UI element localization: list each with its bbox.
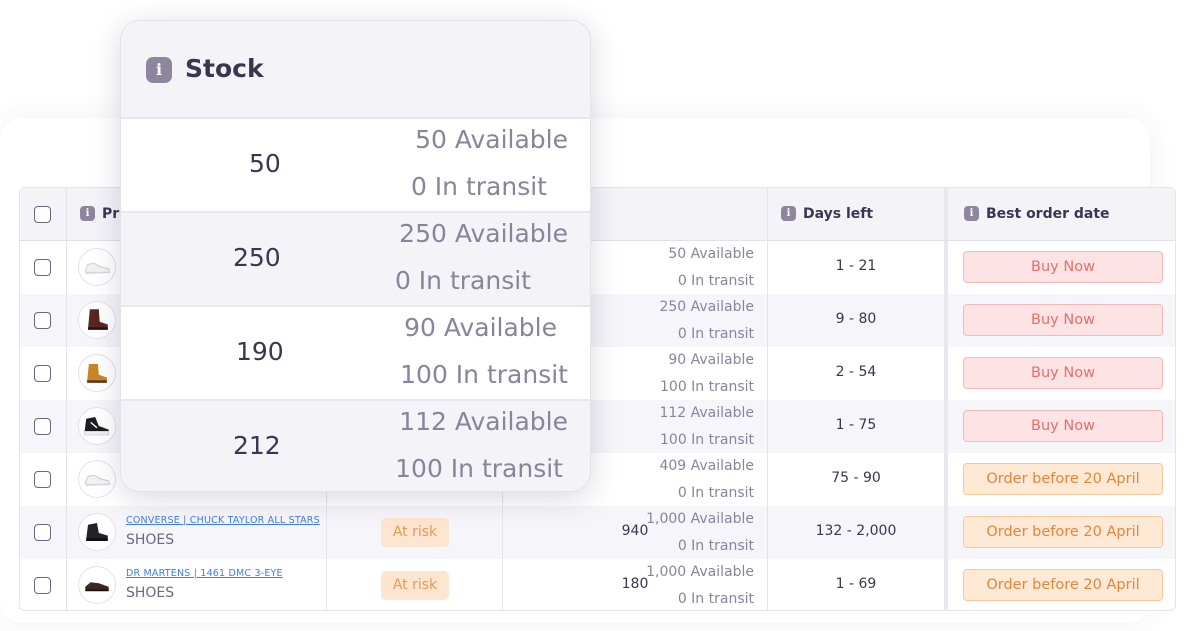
popover-stock-available: 250 Available — [399, 219, 568, 248]
info-icon: i — [146, 57, 172, 83]
buy-now-button[interactable]: Buy Now — [963, 251, 1163, 283]
stock-available: 1,000 Available — [646, 511, 754, 527]
row-checkbox[interactable] — [34, 577, 51, 594]
days-left: 1 - 75 — [835, 417, 877, 433]
product-thumbnail — [78, 301, 116, 339]
product-thumbnail — [78, 248, 116, 286]
product-category: SHOES — [126, 532, 175, 548]
row-checkbox[interactable] — [34, 418, 51, 435]
row-checkbox[interactable] — [34, 312, 51, 329]
popover-stock-total: 212 — [233, 431, 281, 460]
popover-stock-available: 90 Available — [404, 313, 557, 342]
table-row: CONVERSE | CHUCK TAYLOR ALL STARS SHOES … — [20, 506, 1175, 559]
header-product-label: Pr — [102, 206, 120, 222]
row-checkbox[interactable] — [34, 259, 51, 276]
stock-in-transit: 0 In transit — [677, 485, 754, 501]
popover-stock-total: 50 — [249, 149, 281, 178]
stock-in-transit: 100 In transit — [660, 432, 754, 448]
select-all-checkbox[interactable] — [34, 206, 51, 223]
popover-stock-in-transit: 100 In transit — [400, 360, 568, 389]
popover-stock-in-transit: 0 In transit — [410, 172, 547, 201]
stock-available: 250 Available — [659, 299, 754, 315]
product-thumbnail — [78, 566, 116, 604]
product-thumbnail — [78, 354, 116, 392]
days-left: 75 - 90 — [831, 470, 881, 486]
product-link[interactable]: DR MARTENS | 1461 DMC 3-EYE — [126, 568, 283, 579]
header-best-order-date-label: Best order date — [986, 206, 1110, 222]
popover-stock-total: 190 — [236, 337, 284, 366]
popover-stock-row: 50 50 Available 0 In transit — [121, 117, 590, 211]
info-icon: i — [781, 205, 796, 221]
stock-popover: i Stock 50 50 Available 0 In transit 250… — [120, 20, 591, 492]
stock-available: 1,000 Available — [646, 564, 754, 580]
product-thumbnail — [78, 513, 116, 551]
popover-stock-row: 212 112 Available 100 In transit — [121, 399, 590, 491]
header-days-left[interactable]: i Days left — [781, 205, 874, 222]
stock-in-transit: 100 In transit — [660, 379, 754, 395]
popover-stock-available: 50 Available — [415, 125, 568, 154]
header-best-order-date[interactable]: i Best order date — [964, 205, 1110, 222]
buy-now-button[interactable]: Buy Now — [963, 410, 1163, 442]
popover-stock-total: 250 — [233, 243, 281, 272]
popover-stock-available: 112 Available — [399, 407, 568, 436]
days-left: 2 - 54 — [835, 364, 877, 380]
info-icon: i — [80, 205, 95, 221]
header-product[interactable]: i Pr — [80, 205, 120, 222]
product-link[interactable]: CONVERSE | CHUCK TAYLOR ALL STARS — [126, 515, 320, 526]
days-left: 132 - 2,000 — [815, 523, 897, 539]
product-category: SHOES — [126, 585, 175, 601]
risk-badge: At risk — [381, 518, 449, 547]
popover-stock-row: 250 250 Available 0 In transit — [121, 211, 590, 305]
popover-stock-row: 190 90 Available 100 In transit — [121, 305, 590, 399]
product-thumbnail — [78, 460, 116, 498]
days-left: 9 - 80 — [835, 311, 877, 327]
days-left: 1 - 69 — [835, 576, 877, 592]
stock-available: 112 Available — [659, 405, 754, 421]
stock-in-transit: 0 In transit — [677, 326, 754, 342]
order-before-button[interactable]: Order before 20 April — [963, 516, 1163, 548]
risk-badge: At risk — [381, 571, 449, 600]
row-checkbox[interactable] — [34, 524, 51, 541]
stock-available: 90 Available — [668, 352, 754, 368]
popover-stock-in-transit: 0 In transit — [394, 266, 531, 295]
stock-available: 50 Available — [668, 246, 754, 262]
table-row: DR MARTENS | 1461 DMC 3-EYE SHOES At ris… — [20, 559, 1175, 610]
buy-now-button[interactable]: Buy Now — [963, 357, 1163, 389]
order-before-button[interactable]: Order before 20 April — [963, 463, 1163, 495]
stock-available: 409 Available — [659, 458, 754, 474]
stock-in-transit: 0 In transit — [677, 538, 754, 554]
days-left: 1 - 21 — [835, 258, 877, 274]
product-thumbnail — [78, 407, 116, 445]
popover-stock-in-transit: 100 In transit — [395, 454, 563, 483]
row-checkbox[interactable] — [34, 365, 51, 382]
stock-in-transit: 0 In transit — [677, 591, 754, 607]
stock-dashboard: i Pr i Days left i Best order date 50 Avail… — [0, 0, 1185, 631]
buy-now-button[interactable]: Buy Now — [963, 304, 1163, 336]
info-icon: i — [964, 205, 979, 221]
header-days-left-label: Days left — [803, 206, 874, 222]
popover-header: i Stock — [121, 21, 590, 117]
stock-in-transit: 0 In transit — [677, 273, 754, 289]
popover-title: Stock — [185, 54, 264, 83]
row-checkbox[interactable] — [34, 471, 51, 488]
order-before-button[interactable]: Order before 20 April — [963, 569, 1163, 601]
